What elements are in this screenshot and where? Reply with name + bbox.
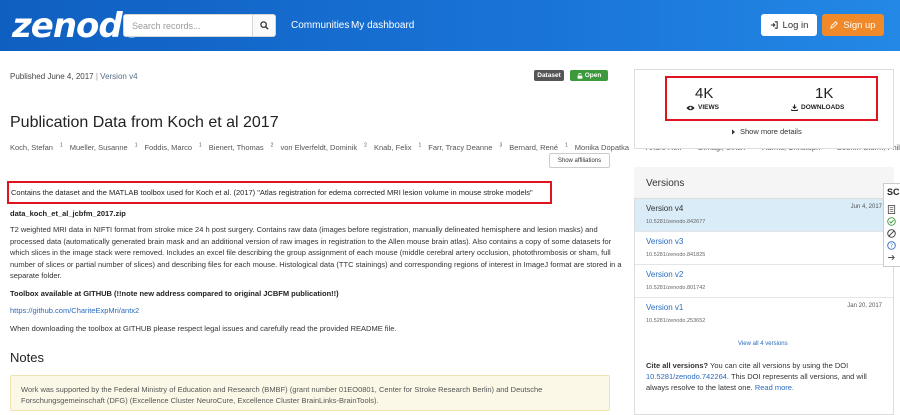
author-name[interactable]: Foddis, Marco	[144, 143, 192, 152]
open-access-badge: Open	[570, 70, 608, 81]
author-list: Koch, Stefan 1 Mueller, Susanne 1 Foddis, Ma…	[10, 138, 900, 155]
caret-right-icon	[732, 128, 735, 135]
login-icon	[770, 21, 778, 29]
version-doi: 10.5281/zenodo.253652	[646, 318, 706, 324]
author-item: Bienert, Thomas 2	[209, 142, 274, 152]
show-more-details-link[interactable]: Show more details	[731, 127, 802, 136]
author-name[interactable]: Farr, Tracy Deanne	[428, 143, 492, 152]
author-affiliation-number: 2	[364, 142, 367, 148]
record-description: Contains the dataset and the MATLAB tool…	[11, 188, 533, 197]
downloads-label-text: DOWNLOADS	[801, 104, 845, 111]
read-more-link[interactable]: Read more.	[755, 383, 794, 392]
version-row-v2[interactable]: Version v2 10.5281/zenodo.801742	[635, 265, 893, 298]
download-icon	[791, 104, 798, 111]
author-affiliation-number: 1	[199, 142, 202, 148]
author-item: von Elverfeldt, Dominik 2	[280, 142, 367, 152]
author-affiliation-number: 2	[270, 142, 274, 148]
svg-text:?: ?	[890, 244, 893, 250]
version-date: Jan 20, 2017	[847, 303, 882, 309]
author-name[interactable]: Monika Dopatka	[575, 143, 629, 152]
help-icon[interactable]: ?	[887, 241, 896, 250]
dataset-badge-label: Dataset	[537, 72, 561, 79]
version-row-v1[interactable]: Version v1 Jan 20, 2017 10.5281/zenodo.2…	[635, 298, 893, 331]
version-row-v4[interactable]: Version v4 Jun 4, 2017 10.5281/zenodo.84…	[635, 199, 893, 232]
author-affiliation-number: 1	[565, 142, 568, 148]
unlock-icon	[577, 72, 583, 79]
version-date: Jun 4, 2017	[850, 204, 882, 210]
show-more-label: Show more details	[740, 127, 802, 136]
publication-meta: Published June 4, 2017 | Version v4	[10, 72, 138, 81]
download-note: When downloading the toolbox at GITHUB p…	[10, 324, 397, 333]
cite-text: You can cite all versions by using the D…	[708, 361, 849, 370]
search-box	[123, 14, 276, 37]
author-item: Farr, Tracy Deanne 3	[428, 142, 503, 152]
check-circle-icon[interactable]	[887, 217, 896, 226]
versions-title: Versions	[646, 178, 685, 189]
open-access-label: Open	[584, 72, 602, 79]
view-all-versions-link[interactable]: View all 4 versions	[738, 341, 788, 347]
search-icon	[259, 21, 269, 30]
notes-box: Work was supported by the Federal Minist…	[10, 375, 610, 411]
downloads-count: 1K	[815, 85, 834, 102]
author-name[interactable]: von Elverfeldt, Dominik	[280, 143, 357, 152]
version-label: Version v4	[100, 72, 138, 81]
github-link[interactable]: https://github.com/ChariteExpMri/antx2	[10, 306, 139, 315]
views-count: 4K	[695, 85, 714, 102]
show-affiliations-button[interactable]: Show affiliations	[549, 153, 610, 168]
author-item: Bernard, René 1	[509, 142, 568, 152]
toolbox-heading: Toolbox available at GITHUB (!!note new …	[10, 289, 339, 298]
block-circle-icon[interactable]	[887, 229, 896, 238]
file-name: data_koch_et_al_jcbfm_2017.zip	[10, 209, 126, 218]
downloads-label: DOWNLOADS	[791, 104, 844, 111]
arrow-right-icon[interactable]	[887, 253, 896, 262]
author-name[interactable]: Bernard, René	[509, 143, 558, 152]
author-name[interactable]: Koch, Stefan	[10, 143, 53, 152]
author-item: Foddis, Marco 1	[144, 142, 202, 152]
login-button[interactable]: Log in	[761, 14, 817, 36]
version-row-v3[interactable]: Version v3 10.5281/zenodo.841825	[635, 232, 893, 265]
document-icon[interactable]	[887, 205, 896, 214]
author-affiliation-number: 1	[134, 142, 138, 148]
notes-text: Work was supported by the Federal Minist…	[21, 385, 543, 405]
author-item: Mueller, Susanne 1	[70, 142, 138, 152]
side-toolbar-title: SC	[887, 187, 900, 197]
version-name[interactable]: Version v2	[646, 270, 683, 279]
author-affiliation-number: 1	[418, 142, 422, 148]
cite-all-versions: Cite all versions? You can cite all vers…	[646, 360, 888, 393]
published-date: Published June 4, 2017	[10, 72, 94, 81]
nav-communities[interactable]: Communities	[291, 20, 349, 31]
nav-my-dashboard[interactable]: My dashboard	[351, 20, 414, 31]
version-doi: 10.5281/zenodo.842677	[646, 219, 706, 225]
eye-icon	[686, 105, 695, 110]
author-name[interactable]: Knab, Felix	[374, 143, 412, 152]
version-doi: 10.5281/zenodo.801742	[646, 285, 706, 291]
author-item: Monika Dopatka1	[575, 142, 639, 152]
cite-heading: Cite all versions?	[646, 361, 709, 370]
dataset-badge: Dataset	[534, 70, 564, 81]
signup-label: Sign up	[843, 19, 876, 31]
search-input[interactable]	[124, 15, 253, 36]
version-doi: 10.5281/zenodo.841825	[646, 252, 706, 258]
version-name[interactable]: Version v3	[646, 237, 683, 246]
meta-separator: |	[95, 72, 98, 81]
author-affiliation-number: 1	[59, 142, 63, 148]
search-button[interactable]	[252, 15, 275, 36]
record-body-text: T2 weighted MRI data in NIFTI format fro…	[10, 225, 622, 280]
author-item: Knab, Felix 1	[374, 142, 422, 152]
author-affiliation-number: 3	[499, 142, 503, 148]
record-title: Publication Data from Koch et al 2017	[10, 114, 279, 131]
author-name[interactable]: Bienert, Thomas	[209, 143, 264, 152]
views-label: VIEWS	[686, 104, 719, 111]
signup-button[interactable]: Sign up	[822, 14, 884, 36]
login-label: Log in	[782, 19, 809, 31]
version-name[interactable]: Version v1	[646, 303, 683, 312]
views-label-text: VIEWS	[698, 104, 719, 111]
notes-heading: Notes	[10, 350, 44, 365]
author-item: Koch, Stefan 1	[10, 142, 63, 152]
author-name[interactable]: Mueller, Susanne	[70, 143, 128, 152]
version-name: Version v4	[646, 204, 684, 213]
concept-doi-link[interactable]: 10.5281/zenodo.742264	[646, 372, 727, 381]
edit-icon	[830, 21, 839, 29]
top-navbar: zenodo Communities My dashboard Log in S…	[0, 0, 900, 51]
